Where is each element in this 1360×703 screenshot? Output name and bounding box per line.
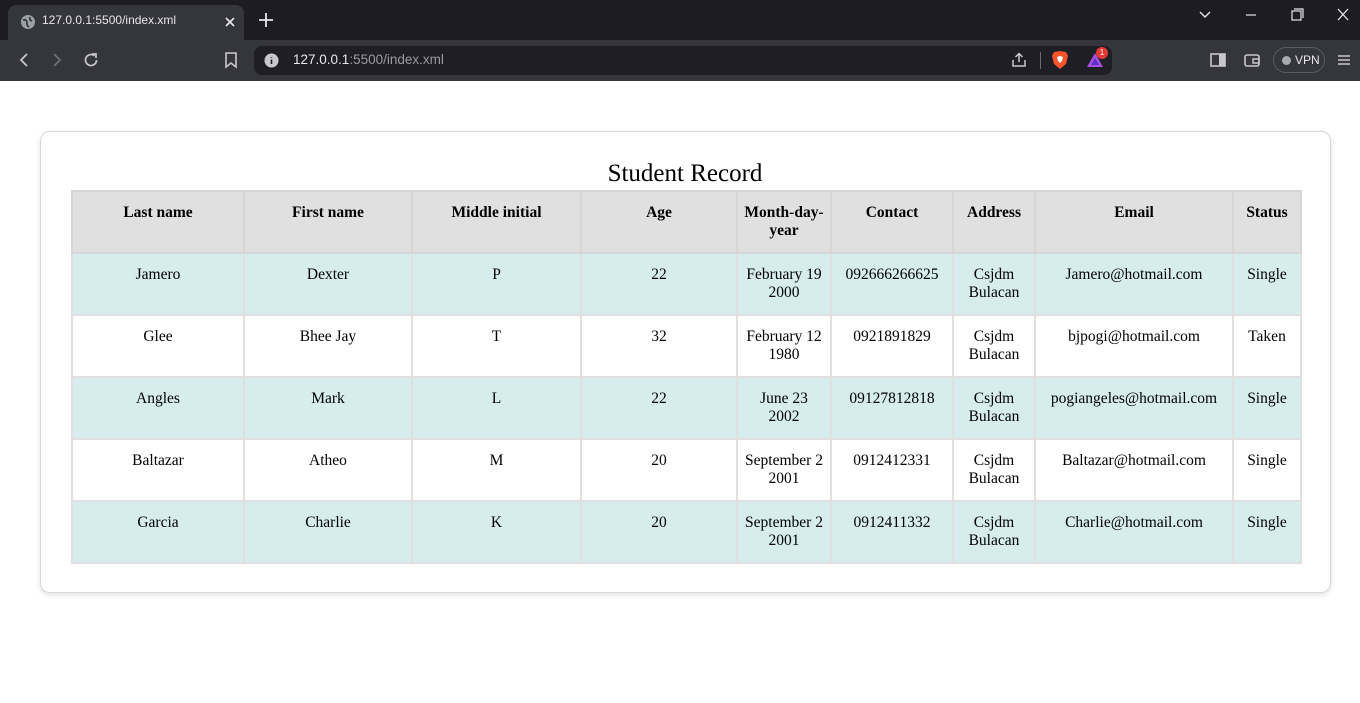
cell-last-name: Jamero bbox=[71, 252, 245, 316]
cell-email: Charlie@hotmail.com bbox=[1034, 500, 1234, 564]
brave-shields-icon[interactable] bbox=[1051, 50, 1069, 70]
vpn-button[interactable]: VPN bbox=[1273, 47, 1325, 73]
table-row: Angles Mark L 22 June 23 2002 0912781281… bbox=[71, 376, 1302, 440]
header-status: Status bbox=[1232, 190, 1302, 254]
vpn-status-icon bbox=[1282, 56, 1291, 65]
minimize-icon[interactable] bbox=[1240, 6, 1262, 24]
tab-title: 127.0.0.1:5500/index.xml bbox=[42, 13, 177, 27]
cell-status: Taken bbox=[1232, 314, 1302, 378]
tab-search-chevron-icon[interactable] bbox=[1194, 6, 1216, 24]
cell-middle-initial: P bbox=[411, 252, 582, 316]
url-host: 127.0.0.1 bbox=[293, 52, 350, 67]
share-icon[interactable] bbox=[1010, 51, 1028, 69]
header-first-name: First name bbox=[243, 190, 413, 254]
page-title: Student Record bbox=[607, 160, 763, 187]
cell-address: Csjdm Bulacan bbox=[952, 438, 1036, 502]
cell-birthdate: September 2 2001 bbox=[736, 438, 832, 502]
cell-address: Csjdm Bulacan bbox=[952, 252, 1036, 316]
wallet-icon[interactable] bbox=[1242, 50, 1262, 70]
cell-birthdate: February 12 1980 bbox=[736, 314, 832, 378]
cell-address: Csjdm Bulacan bbox=[952, 500, 1036, 564]
cell-birthdate: February 19 2000 bbox=[736, 252, 832, 316]
header-last-name: Last name bbox=[71, 190, 245, 254]
cell-last-name: Glee bbox=[71, 314, 245, 378]
table-row: Jamero Dexter P 22 February 19 2000 0926… bbox=[71, 252, 1302, 316]
table-row: Baltazar Atheo M 20 September 2 2001 091… bbox=[71, 438, 1302, 502]
cell-contact: 0921891829 bbox=[830, 314, 954, 378]
vpn-label: VPN bbox=[1295, 53, 1320, 67]
header-address: Address bbox=[952, 190, 1036, 254]
rewards-badge: 1 bbox=[1096, 47, 1108, 59]
cell-first-name: Charlie bbox=[243, 500, 413, 564]
reload-icon[interactable] bbox=[81, 50, 101, 70]
cell-first-name: Dexter bbox=[243, 252, 413, 316]
table-row: Glee Bhee Jay T 32 February 12 1980 0921… bbox=[71, 314, 1302, 378]
cell-middle-initial: L bbox=[411, 376, 582, 440]
address-bar[interactable]: 127.0.0.1:5500/index.xml 1 bbox=[254, 46, 1112, 75]
close-tab-icon[interactable] bbox=[222, 14, 238, 30]
cell-first-name: Mark bbox=[243, 376, 413, 440]
cell-status: Single bbox=[1232, 500, 1302, 564]
cell-middle-initial: M bbox=[411, 438, 582, 502]
table-row: Garcia Charlie K 20 September 2 2001 091… bbox=[71, 500, 1302, 564]
header-email: Email bbox=[1034, 190, 1234, 254]
cell-status: Single bbox=[1232, 438, 1302, 502]
browser-tab[interactable]: 127.0.0.1:5500/index.xml bbox=[8, 5, 244, 40]
student-table: Last name First name Middle initial Age … bbox=[71, 190, 1302, 564]
sidebar-icon[interactable] bbox=[1208, 50, 1228, 70]
cell-age: 32 bbox=[580, 314, 738, 378]
cell-age: 20 bbox=[580, 438, 738, 502]
cell-email: Jamero@hotmail.com bbox=[1034, 252, 1234, 316]
header-contact: Contact bbox=[830, 190, 954, 254]
header-middle-initial: Middle initial bbox=[411, 190, 582, 254]
header-age: Age bbox=[580, 190, 738, 254]
cell-last-name: Garcia bbox=[71, 500, 245, 564]
omnibox-separator bbox=[1040, 52, 1041, 69]
cell-age: 22 bbox=[580, 252, 738, 316]
cell-email: Baltazar@hotmail.com bbox=[1034, 438, 1234, 502]
forward-icon[interactable] bbox=[47, 50, 67, 70]
close-window-icon[interactable] bbox=[1332, 6, 1354, 24]
cell-birthdate: June 23 2002 bbox=[736, 376, 832, 440]
cell-last-name: Angles bbox=[71, 376, 245, 440]
tab-strip: 127.0.0.1:5500/index.xml bbox=[0, 0, 1360, 40]
new-tab-icon[interactable] bbox=[256, 10, 276, 30]
cell-middle-initial: T bbox=[411, 314, 582, 378]
cell-middle-initial: K bbox=[411, 500, 582, 564]
url-text: 127.0.0.1:5500/index.xml bbox=[293, 52, 444, 67]
table-header-row: Last name First name Middle initial Age … bbox=[71, 190, 1302, 254]
menu-icon[interactable] bbox=[1334, 50, 1354, 70]
cell-contact: 09127812818 bbox=[830, 376, 954, 440]
cell-contact: 092666266625 bbox=[830, 252, 954, 316]
site-info-icon[interactable] bbox=[264, 53, 279, 68]
cell-status: Single bbox=[1232, 376, 1302, 440]
bookmark-icon[interactable] bbox=[221, 50, 241, 70]
cell-email: pogiangeles@hotmail.com bbox=[1034, 376, 1234, 440]
cell-first-name: Atheo bbox=[243, 438, 413, 502]
cell-email: bjpogi@hotmail.com bbox=[1034, 314, 1234, 378]
cell-age: 22 bbox=[580, 376, 738, 440]
cell-birthdate: September 2 2001 bbox=[736, 500, 832, 564]
cell-status: Single bbox=[1232, 252, 1302, 316]
cell-age: 20 bbox=[580, 500, 738, 564]
cell-address: Csjdm Bulacan bbox=[952, 314, 1036, 378]
restore-icon[interactable] bbox=[1286, 6, 1308, 24]
header-birthdate: Month-day-year bbox=[736, 190, 832, 254]
cell-contact: 0912411332 bbox=[830, 500, 954, 564]
cell-first-name: Bhee Jay bbox=[243, 314, 413, 378]
back-icon[interactable] bbox=[14, 50, 34, 70]
url-path: :5500/index.xml bbox=[349, 52, 444, 67]
cell-contact: 0912412331 bbox=[830, 438, 954, 502]
cell-last-name: Baltazar bbox=[71, 438, 245, 502]
cell-address: Csjdm Bulacan bbox=[952, 376, 1036, 440]
globe-icon bbox=[21, 15, 35, 29]
